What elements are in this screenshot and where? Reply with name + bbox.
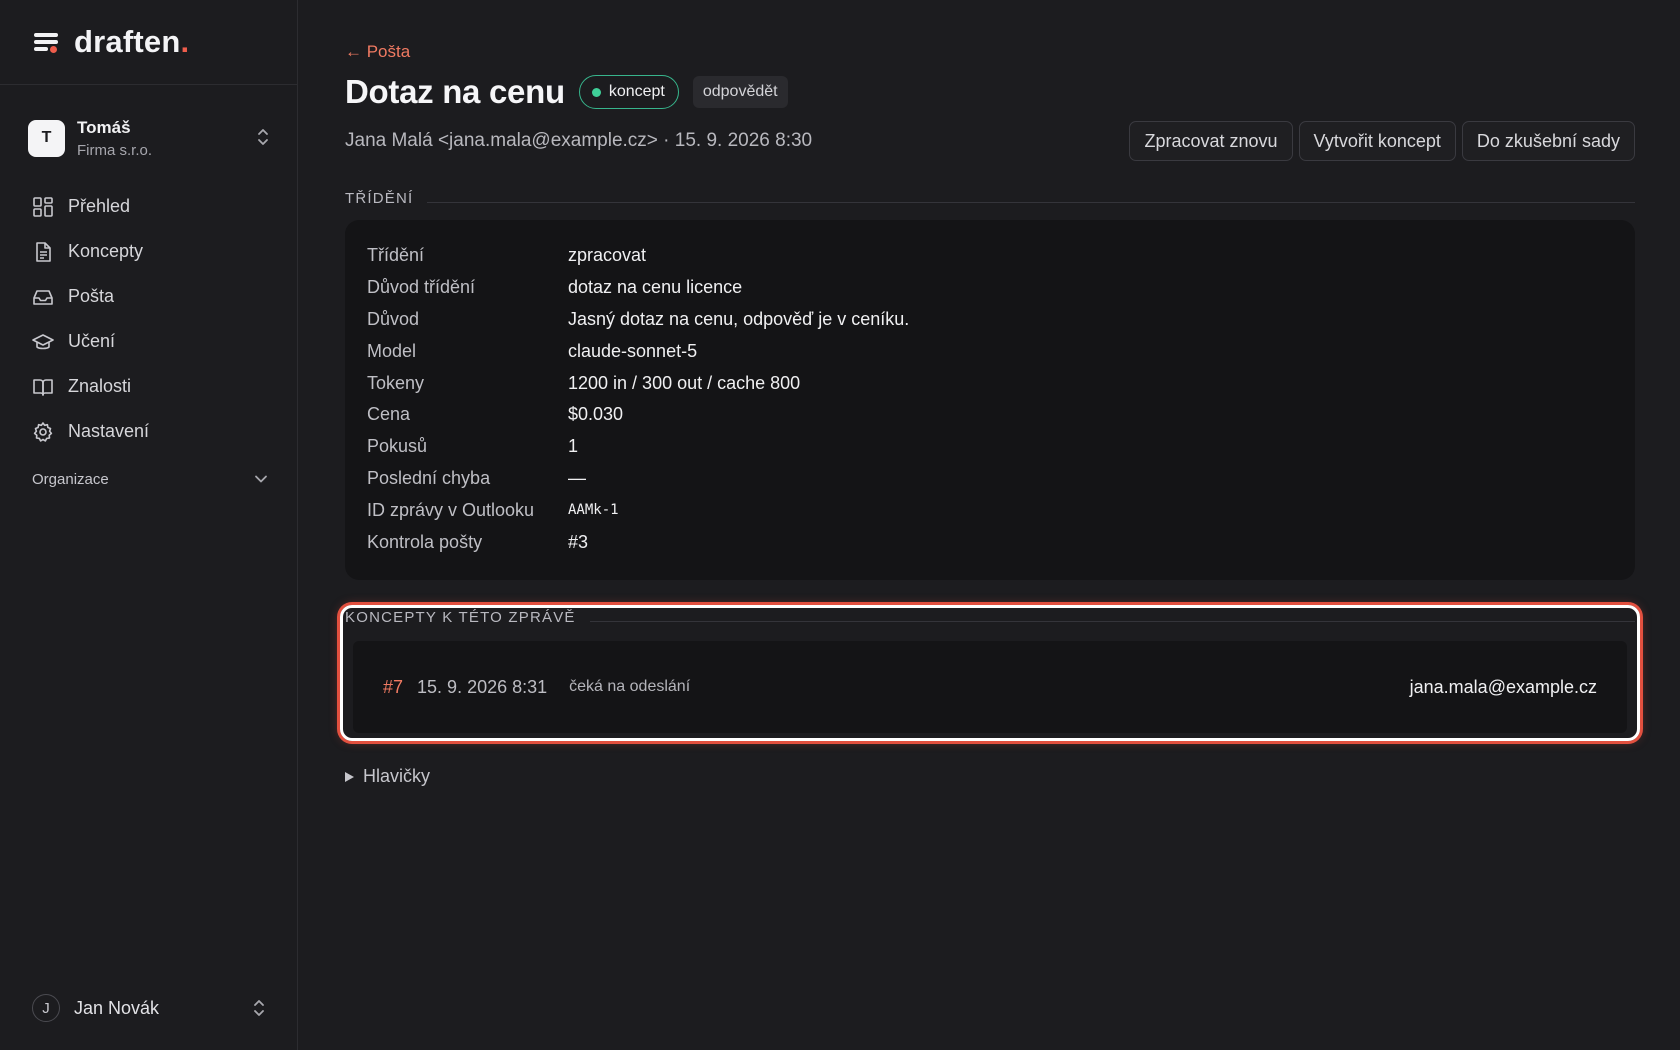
tag-badge: odpovědět	[692, 76, 788, 108]
divider	[427, 202, 1635, 203]
drafts-heading: KONCEPTY K TÉTO ZPRÁVĚ	[345, 609, 576, 626]
detail-key: Kontrola pošty	[367, 531, 483, 552]
create-draft-button[interactable]: Vytvořit koncept	[1298, 121, 1456, 161]
sidebar-nav: Přehled Koncepty Pošta Učení Znalosti Na…	[28, 184, 272, 454]
detail-value: dotaz na cenu licence	[568, 277, 743, 298]
detail-key: ID zprávy v Outlooku	[367, 499, 535, 520]
sidebar-item-prehled[interactable]: Přehled	[28, 184, 272, 229]
status-badge: koncept	[578, 75, 679, 109]
draft-status: čeká na odeslání	[569, 678, 691, 695]
headers-toggle-label: Hlavičky	[363, 766, 431, 786]
back-link[interactable]: ← Pošta	[345, 42, 410, 62]
draft-id-link[interactable]: #7	[383, 677, 403, 698]
draft-date: 15. 9. 2026 8:31	[417, 676, 548, 697]
detail-value: —	[568, 467, 586, 488]
triage-card: Třídění zpracovat Důvod třídění dotaz na…	[345, 220, 1635, 580]
chevron-up-down-icon	[258, 129, 268, 145]
brand-logo[interactable]: draften.	[74, 24, 189, 60]
reprocess-button[interactable]: Zpracovat znovu	[1129, 121, 1293, 161]
sidebar-item-posta[interactable]: Pošta	[28, 274, 272, 319]
detail-value: $0.030	[568, 404, 624, 425]
detail-value: 1200 in / 300 out / cache 800	[568, 372, 801, 393]
page-title: Dotaz na cenu	[345, 73, 565, 110]
menu-icon[interactable]	[32, 28, 60, 56]
triage-heading: TŘÍDĚNÍ	[345, 190, 414, 207]
account-switcher[interactable]: T Tomáš Firma s.r.o.	[28, 114, 272, 162]
sidebar-item-label: Koncepty	[68, 241, 144, 261]
account-name: Tomáš	[77, 117, 131, 137]
outlook-message-id: AAMk-1	[568, 502, 619, 519]
detail-key: Model	[367, 340, 417, 361]
avatar: J	[32, 994, 60, 1022]
user-menu[interactable]: J Jan Novák	[32, 993, 268, 1023]
document-icon	[36, 241, 51, 262]
divider	[589, 621, 1635, 622]
sidebar-item-znalosti[interactable]: Znalosti	[28, 364, 272, 409]
dashboard-icon	[33, 196, 53, 217]
detail-value: claude-sonnet-5	[568, 340, 698, 361]
detail-key: Cena	[367, 404, 411, 425]
sidebar-item-uceni[interactable]: Učení	[28, 319, 272, 364]
sidebar-item-label: Přehled	[68, 196, 131, 216]
detail-key: Důvod třídění	[367, 277, 476, 298]
graduation-cap-icon	[32, 333, 54, 349]
draft-list-item[interactable]: #7 15. 9. 2026 8:31 čeká na odeslání jan…	[353, 641, 1627, 733]
main-content: ← Pošta Dotaz na cenu koncept odpovědět …	[340, 0, 1640, 1050]
triage-details: Třídění zpracovat Důvod třídění dotaz na…	[367, 240, 1613, 558]
status-dot-icon	[591, 87, 601, 97]
detail-value: Jasný dotaz na cenu, odpověď je v ceníku…	[568, 308, 910, 329]
detail-key: Důvod	[367, 308, 420, 329]
message-meta: Jana Malá <jana.mala@example.cz> · 15. 9…	[345, 130, 813, 151]
detail-key: Pokusů	[367, 436, 428, 457]
detail-value: 1	[568, 436, 579, 457]
sidebar-item-label: Učení	[68, 331, 116, 351]
chevron-up-down-icon	[254, 1000, 264, 1016]
drafts-section-header: KONCEPTY K TÉTO ZPRÁVĚ	[345, 609, 1635, 626]
triage-section-header: TŘÍDĚNÍ	[345, 190, 1635, 207]
detail-key: Poslední chyba	[367, 467, 491, 488]
detail-value: #3	[568, 531, 589, 552]
sidebar-item-label: Znalosti	[68, 376, 132, 396]
action-bar: Zpracovat znovu Vytvořit koncept Do zkuš…	[1129, 121, 1635, 161]
detail-key: Třídění	[367, 245, 425, 266]
organization-section-toggle[interactable]: Organizace	[32, 466, 268, 492]
inbox-icon	[33, 289, 53, 305]
sidebar: draften. T Tomáš Firma s.r.o. Přehled Ko…	[0, 0, 298, 1050]
status-badge-label: koncept	[608, 83, 665, 100]
headers-toggle[interactable]: Hlavičky	[345, 766, 430, 787]
chevron-down-icon	[255, 475, 267, 483]
title-row: Dotaz na cenu koncept odpovědět	[345, 72, 788, 112]
detail-key: Tokeny	[367, 372, 425, 393]
draft-recipient: jana.mala@example.cz	[1409, 676, 1597, 697]
sidebar-item-label: Nastavení	[68, 421, 150, 441]
gear-icon	[33, 421, 53, 442]
triangle-right-icon	[345, 771, 354, 782]
sidebar-item-nastaveni[interactable]: Nastavení	[28, 409, 272, 454]
organization-label: Organizace	[32, 470, 109, 488]
user-name: Jan Novák	[74, 997, 160, 1018]
sidebar-item-koncepty[interactable]: Koncepty	[28, 229, 272, 274]
account-org: Firma s.r.o.	[77, 141, 153, 159]
add-to-test-set-button[interactable]: Do zkušební sady	[1461, 121, 1635, 161]
detail-value: zpracovat	[568, 245, 647, 266]
book-icon	[33, 378, 53, 396]
sidebar-item-label: Pošta	[68, 286, 115, 306]
account-avatar: T	[28, 119, 65, 157]
brand-bar: draften.	[0, 0, 297, 85]
